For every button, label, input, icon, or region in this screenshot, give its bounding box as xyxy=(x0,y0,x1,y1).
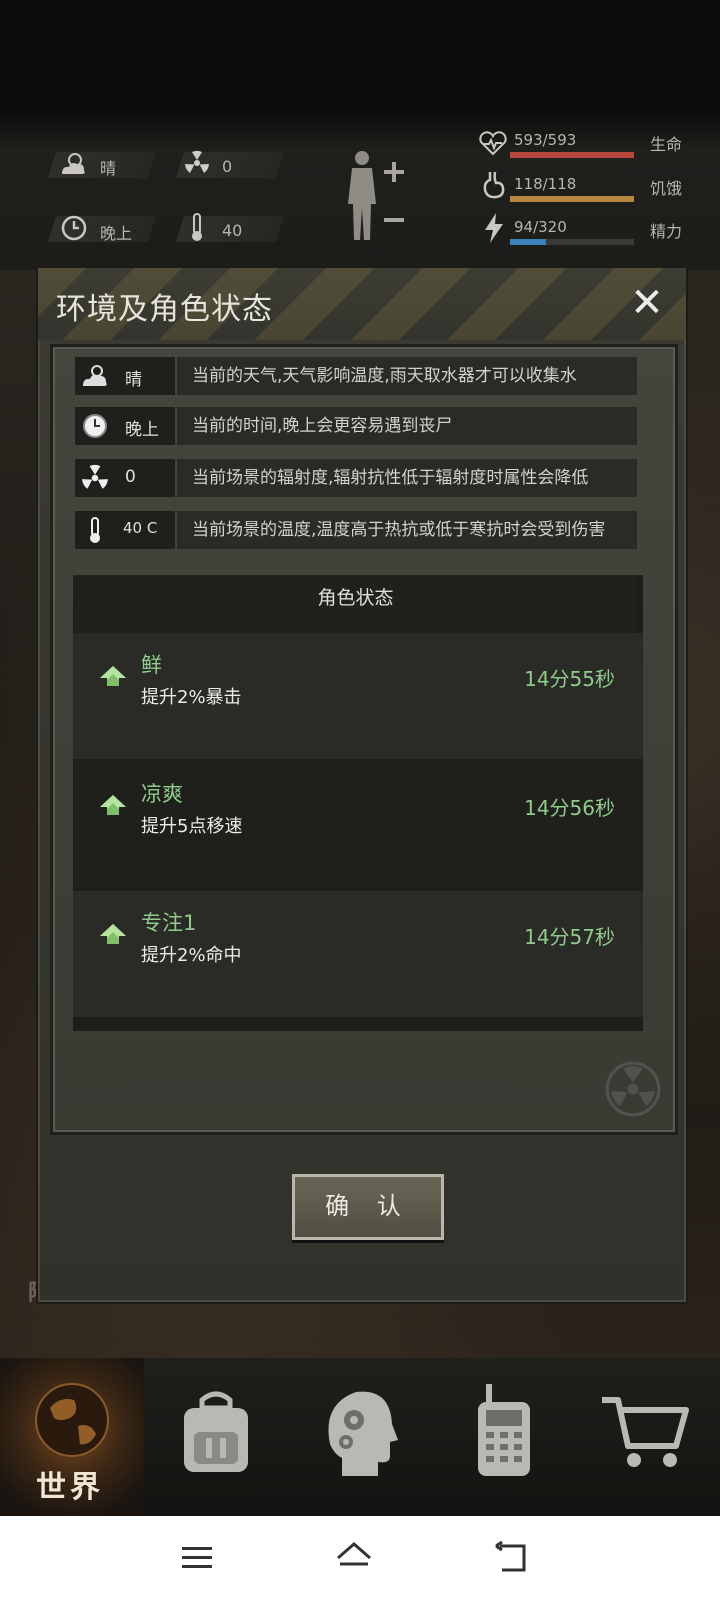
environment-status-dialog: 环境及角色状态 ✕ 晴 当前的天气,天气影响温度,雨天取水器才可以收集水 晚上 xyxy=(36,266,688,1304)
env-row-radiation: 0 当前场景的辐射度,辐射抗性低于辐射度时属性会降低 xyxy=(75,459,637,497)
nav-item-radio[interactable] xyxy=(432,1358,576,1516)
system-navigation-bar xyxy=(0,1516,720,1600)
status-name: 凉爽 xyxy=(141,782,183,806)
env-temperature-value: 40 C xyxy=(123,519,158,537)
weather-sun-cloud-icon xyxy=(83,365,107,386)
status-row[interactable]: 专注1 提升2%命中 14分57秒 xyxy=(73,891,643,1017)
heart-icon xyxy=(479,131,507,156)
status-hud: 晴 0 晚上 40 593/593 生命 118/118 饥饿 94/320 精… xyxy=(0,0,720,270)
status-desc: 提升5点移速 xyxy=(141,816,243,837)
back-icon[interactable] xyxy=(492,1540,528,1574)
buff-up-arrow-icon xyxy=(100,924,126,944)
clock-icon xyxy=(61,215,87,241)
time-value: 晚上 xyxy=(100,224,133,243)
env-temperature-desc: 当前场景的温度,温度高于热抗或低于寒抗时会受到伤害 xyxy=(177,511,637,549)
hunger-bar-fill xyxy=(510,196,634,202)
dialog-header: 环境及角色状态 ✕ xyxy=(38,268,686,340)
status-time: 14分57秒 xyxy=(524,925,615,949)
energy-bar-fill xyxy=(510,239,547,245)
hunger-label: 饥饿 xyxy=(650,179,683,198)
weather-value: 晴 xyxy=(100,159,117,178)
dialog-content-panel: 晴 当前的天气,天气影响温度,雨天取水器才可以收集水 晚上 当前的时间,晚上会更… xyxy=(50,344,678,1135)
env-temperature-cell: 40 C xyxy=(75,511,175,549)
env-weather-cell: 晴 xyxy=(75,357,175,395)
buff-up-arrow-icon xyxy=(100,795,126,815)
status-name: 鲜 xyxy=(141,653,162,677)
energy-bar xyxy=(510,239,634,245)
env-radiation-cell: 0 xyxy=(75,459,175,497)
nav-item-world[interactable]: 世界 xyxy=(0,1358,144,1516)
close-icon[interactable]: ✕ xyxy=(624,280,670,326)
head-gears-icon xyxy=(328,1391,398,1476)
energy-value: 94/320 xyxy=(514,218,567,236)
nav-item-skills[interactable] xyxy=(288,1358,432,1516)
status-time: 14分55秒 xyxy=(524,667,615,691)
buff-up-arrow-icon xyxy=(100,666,126,686)
energy-label: 精力 xyxy=(650,222,683,241)
hunger-value: 118/118 xyxy=(514,175,577,193)
nav-world-label: 世界 xyxy=(36,1470,104,1505)
bottom-nav: 世界 xyxy=(0,1358,720,1516)
env-time-desc: 当前的时间,晚上会更容易遇到丧尸 xyxy=(177,407,637,445)
weather-sun-cloud-icon xyxy=(62,153,85,174)
hunger-bar xyxy=(510,196,634,202)
backpack-icon xyxy=(184,1391,248,1472)
character-status-list: 角色状态 鲜 提升2%暴击 14分55秒 凉爽 提升5点移速 14分56秒 专注… xyxy=(73,575,643,1031)
status-time: 14分56秒 xyxy=(524,796,615,820)
energy-bolt-icon xyxy=(485,213,503,243)
env-row-time: 晚上 当前的时间,晚上会更容易遇到丧尸 xyxy=(75,407,637,445)
env-weather-desc: 当前的天气,天气影响温度,雨天取水器才可以收集水 xyxy=(177,357,637,395)
status-row[interactable]: 鲜 提升2%暴击 14分55秒 xyxy=(73,633,643,759)
env-row-weather: 晴 当前的天气,天气影响温度,雨天取水器才可以收集水 xyxy=(75,357,637,395)
env-radiation-value: 0 xyxy=(125,467,136,487)
home-icon[interactable] xyxy=(334,1540,374,1574)
status-desc: 提升2%暴击 xyxy=(141,687,242,708)
thermometer-icon xyxy=(90,517,100,543)
health-label: 生命 xyxy=(650,135,683,154)
dialog-title: 环境及角色状态 xyxy=(56,292,273,327)
thermometer-icon xyxy=(192,213,202,241)
health-bar-fill xyxy=(510,152,634,158)
status-header: 角色状态 xyxy=(73,575,638,633)
temperature-value: 40 xyxy=(222,221,243,240)
walkie-talkie-icon xyxy=(478,1384,530,1476)
menu-icon[interactable] xyxy=(180,1544,214,1572)
clock-icon xyxy=(83,414,107,438)
env-radiation-desc: 当前场景的辐射度,辐射抗性低于辐射度时属性会降低 xyxy=(177,459,637,497)
nav-item-shop[interactable] xyxy=(576,1358,720,1516)
status-row[interactable]: 凉爽 提升5点移速 14分56秒 xyxy=(73,762,643,888)
status-name: 专注1 xyxy=(141,911,197,935)
character-body-icon[interactable] xyxy=(340,148,410,248)
radiation-icon xyxy=(185,150,209,173)
globe-icon xyxy=(35,1383,109,1457)
radiation-value: 0 xyxy=(222,157,233,176)
health-bar xyxy=(510,152,634,158)
health-value: 593/593 xyxy=(514,131,577,149)
nav-item-backpack[interactable] xyxy=(144,1358,288,1516)
env-time-cell: 晚上 xyxy=(75,407,175,445)
radiation-icon xyxy=(82,464,108,489)
env-row-temperature: 40 C 当前场景的温度,温度高于热抗或低于寒抗时会受到伤害 xyxy=(75,511,637,549)
status-desc: 提升2%命中 xyxy=(141,945,242,966)
env-time-value: 晚上 xyxy=(125,420,159,440)
stomach-icon xyxy=(483,171,505,199)
cart-icon xyxy=(602,1397,689,1467)
env-weather-value: 晴 xyxy=(125,370,142,390)
radiation-watermark-icon xyxy=(605,1061,661,1117)
confirm-button[interactable]: 确 认 xyxy=(292,1174,444,1240)
